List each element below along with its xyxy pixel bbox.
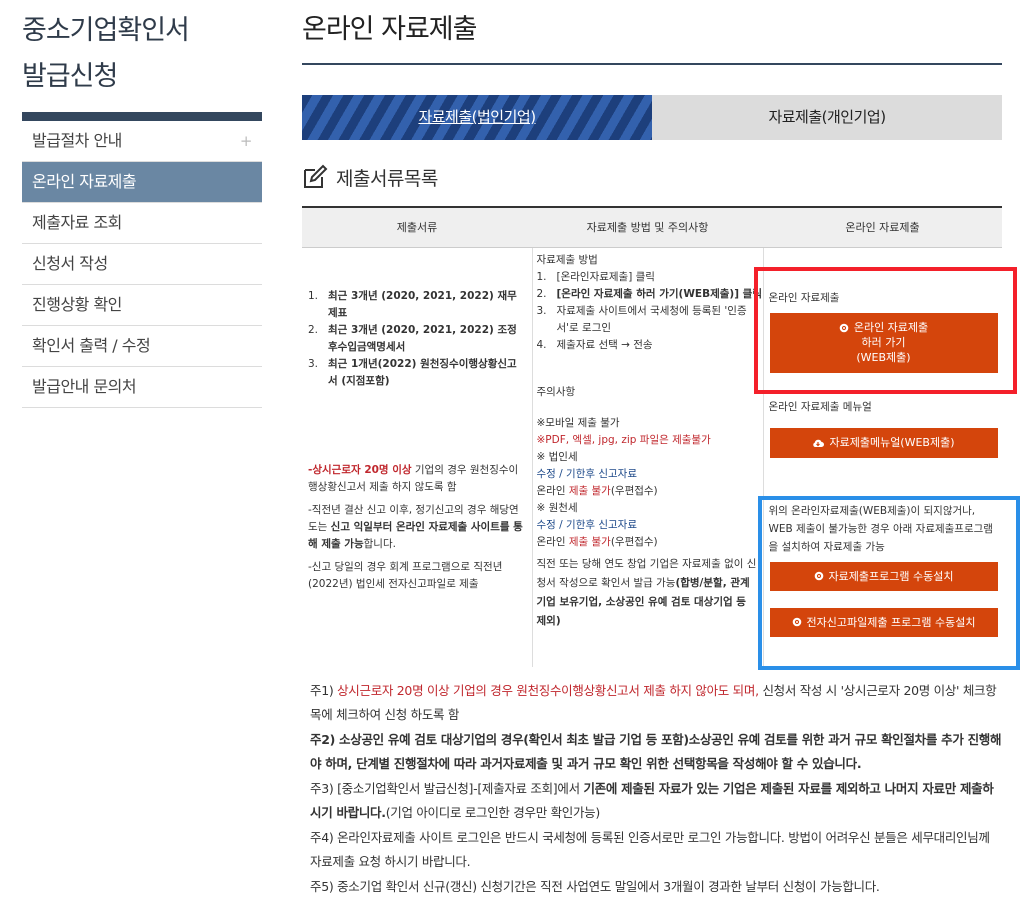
table-header: 제출서류 <box>302 206 532 248</box>
sidebar-item-label: 진행상황 확인 <box>32 295 122 314</box>
section-header: 제출서류목록 <box>302 162 1002 192</box>
edit-icon <box>304 164 328 188</box>
list-item: 1. 최근 3개년 (2020, 2021, 2022) 재무제표 <box>308 289 517 319</box>
sidebar-title-line1: 중소기업확인서 <box>22 15 190 46</box>
sidebar-item-contact[interactable]: 발급안내 문의처 <box>22 367 262 408</box>
doc-note-1: -상시근로자 20명 이상 기업의 경우 원천징수이행상황신고서 제출 하지 않… <box>308 463 519 493</box>
sidebar-item-label: 발급안내 문의처 <box>32 377 137 396</box>
highlight-blue-box <box>758 496 1020 670</box>
tabs: 자료제출(법인기업) 자료제출(개인기업) <box>302 95 1002 140</box>
doc-note-3: -신고 당일의 경우 회계 프로그램으로 직전년(2022년) 법인세 전자신고… <box>308 560 503 590</box>
tab-corporate[interactable]: 자료제출(법인기업) <box>302 95 652 140</box>
step-list: 1. [온라인자료제출] 클릭 2. [온라인 자료제출 하러 가기(WEB제출)]… <box>536 269 762 354</box>
cloud-download-icon <box>813 439 825 447</box>
sidebar-item-label: 온라인 자료제출 <box>32 172 137 191</box>
list-item: 2. 최근 3개년 (2020, 2021, 2022) 조정후수입금액명세서 <box>308 323 517 353</box>
wh-late-label: 수정 / 기한후 신고자료 <box>536 518 638 531</box>
sidebar-item-procedure[interactable]: 발급절차 안내 + <box>22 121 262 162</box>
list-item: 3. 최근 1개년(2022) 원천징수이행상황신고서 (지점포함) <box>308 357 517 387</box>
note-3: 주3) [중소기업확인서 발급신청]-[제출자료 조회]에서 기존에 제출된 자… <box>310 781 994 820</box>
note-2: 주2) 소상공인 유예 검토 대상기업의 경우(확인서 최초 발급 기업 등 포… <box>310 732 1002 771</box>
list-item: 1. [온라인자료제출] 클릭 <box>536 270 655 283</box>
method-title: 자료제출 방법 <box>536 253 598 266</box>
sidebar-item-label: 제출자료 조회 <box>32 213 122 232</box>
manual-button[interactable]: 자료제출메뉴얼(WEB제출) <box>769 427 998 458</box>
table-header: 온라인 자료제출 <box>763 206 1002 248</box>
corp-late-label: 수정 / 기한후 신고자료 <box>536 467 638 480</box>
tab-individual[interactable]: 자료제출(개인기업) <box>652 95 1002 140</box>
sidebar-item-progress[interactable]: 진행상황 확인 <box>22 285 262 326</box>
notes: 주1) 상시근로자 20명 이상 기업의 경우 원천징수이행상황신고서 제출 하… <box>302 679 1002 899</box>
note-4: 주4) 온라인자료제출 사이트 로그인은 반드시 국세청에 등록된 인증서로만 … <box>310 830 990 869</box>
section-title: 제출서류목록 <box>336 167 438 190</box>
wh-online: 온라인 제출 불가(우편접수) <box>536 535 658 548</box>
sidebar-item-label: 확인서 출력 / 수정 <box>32 336 151 355</box>
documents-cell: 1. 최근 3개년 (2020, 2021, 2022) 재무제표 2. 최근 3개… <box>302 247 532 667</box>
note-1: 주1) 상시근로자 20명 이상 기업의 경우 원천징수이행상황신고서 제출 하… <box>310 683 997 722</box>
manual-label: 온라인 자료제출 메뉴얼 <box>768 400 872 413</box>
caution-final: 직전 또는 당해 연도 창업 기업은 자료제출 없이 신청서 작성으로 확인서 … <box>536 557 757 627</box>
caution-corp: ※ 법인세 <box>536 450 578 463</box>
main-content: 온라인 자료제출 자료제출(법인기업) 자료제출(개인기업) 제출서류목록 제출… <box>302 0 1002 900</box>
table-header: 자료제출 방법 및 주의사항 <box>532 206 763 248</box>
sidebar-divider <box>22 112 262 121</box>
list-item: 4. 제출자료 선택 → 전송 <box>536 338 653 351</box>
method-cell: 자료제출 방법 1. [온라인자료제출] 클릭 2. [온라인 자료제출 하러 가기… <box>531 247 763 667</box>
sidebar: 중소기업확인서 발급신청 발급절차 안내 + 온라인 자료제출 제출자료 조회 신… <box>22 0 262 408</box>
page-title: 온라인 자료제출 <box>302 14 477 45</box>
document-list: 1. 최근 3개년 (2020, 2021, 2022) 재무제표 2. 최근 3개… <box>308 288 526 390</box>
sidebar-item-print[interactable]: 확인서 출력 / 수정 <box>22 326 262 367</box>
sidebar-item-submitted-lookup[interactable]: 제출자료 조회 <box>22 203 262 244</box>
title-divider <box>302 63 1002 65</box>
caution-title: 주의사항 <box>536 385 576 398</box>
caution-formats: ※PDF, 엑셀, jpg, zip 파일은 제출불가 <box>536 433 711 446</box>
caution-withholding: ※ 원천세 <box>536 501 578 514</box>
sidebar-item-online-submit[interactable]: 온라인 자료제출 <box>22 162 262 203</box>
highlight-red-box <box>754 267 1017 394</box>
plus-icon[interactable]: + <box>240 121 253 161</box>
sidebar-item-label: 발급절차 안내 <box>32 131 122 150</box>
caution-mobile: ※모바일 제출 불가 <box>536 416 620 429</box>
corp-online: 온라인 제출 불가(우편접수) <box>536 484 658 497</box>
note-5: 주5) 중소기업 확인서 신규(갱신) 신청기간은 직전 사업연도 말일에서 3… <box>310 879 880 894</box>
doc-note-2: -직전년 결산 신고 이후, 정기신고의 경우 해당연도는 신고 익일부터 온라… <box>308 503 523 550</box>
sidebar-item-label: 신청서 작성 <box>32 254 108 273</box>
sidebar-item-application[interactable]: 신청서 작성 <box>22 244 262 285</box>
sidebar-title: 중소기업확인서 발급신청 <box>22 0 262 100</box>
sidebar-title-line2: 발급신청 <box>22 61 118 92</box>
list-item: 3. 자료제출 사이트에서 국세청에 등록된 '인증서'로 로그인 <box>536 304 747 334</box>
list-item: 2. [온라인 자료제출 하러 가기(WEB제출)] 클릭 <box>536 287 762 300</box>
